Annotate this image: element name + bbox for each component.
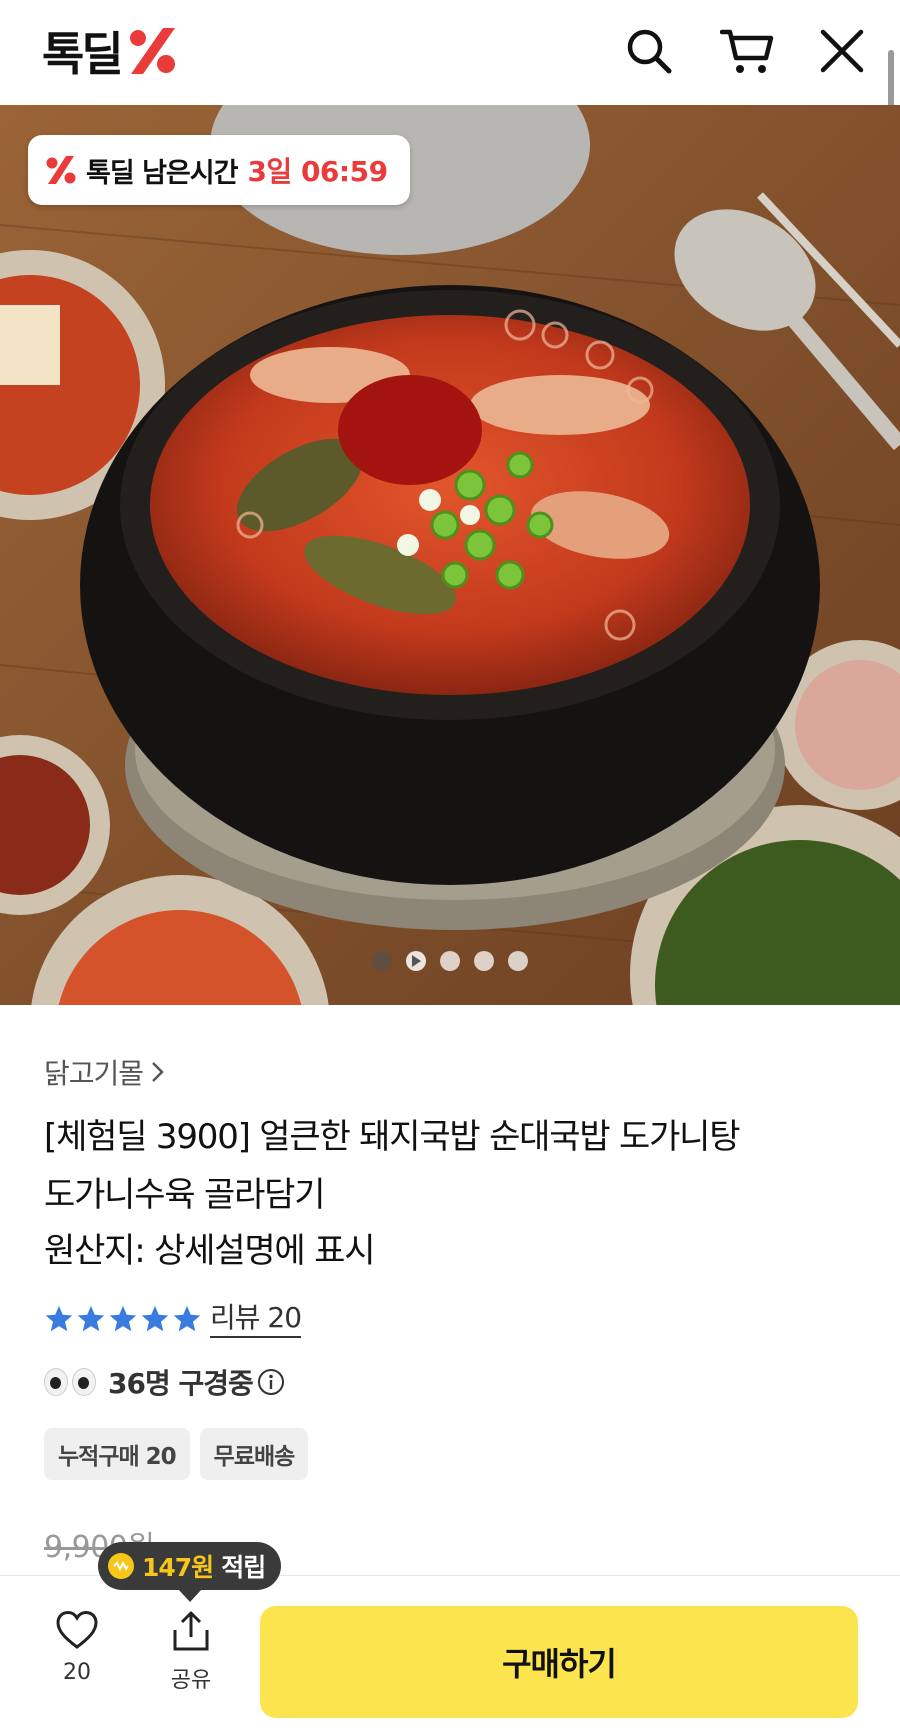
product-chips: 누적구매 20 무료배송 [44,1428,309,1480]
seller-link[interactable]: 닭고기몰 [44,1052,165,1092]
logo[interactable]: 톡딜 [42,26,179,81]
rating-row: 리뷰 20 [44,1300,302,1338]
product-photo [0,105,900,1005]
logo-text: 톡딜 [42,27,124,81]
viewer-count: 36명 구경중 [108,1367,254,1400]
title-line-2: 도가니수육 골라담기 [44,1175,326,1215]
timer-value: 3일 06:59 [247,155,388,188]
origin-info: 원산지: 상세설명에 표시 [44,1231,375,1271]
cart-icon[interactable] [720,24,774,78]
points-amount: 147원 [142,1553,214,1582]
product-image-carousel[interactable]: 톡딜 남은시간 3일 06:59 [0,105,900,1005]
carousel-dot[interactable] [508,951,528,971]
viewers-row: 36명 구경중 [44,1362,285,1402]
share-icon [173,1611,209,1651]
star-icon [45,1305,73,1332]
deal-timer-badge: 톡딜 남은시간 3일 06:59 [28,135,410,205]
share-label: 공유 [170,1668,212,1693]
close-icon[interactable] [815,24,869,78]
info-icon[interactable] [257,1368,285,1396]
title-line-1: [체험딜 3900] 얼큰한 돼지국밥 순대국밥 도가니탕 [44,1117,741,1157]
star-icon [77,1305,105,1332]
review-link[interactable]: 리뷰 20 [210,1300,302,1338]
star-icon [141,1305,169,1332]
seller-name: 닭고기몰 [44,1057,144,1090]
percent-icon [46,156,76,184]
top-header: 톡딜 [0,0,900,105]
product-title: [체험딜 3900] 얼큰한 돼지국밥 순대국밥 도가니탕 도가니수육 골라담기 [44,1108,864,1224]
points-tooltip: 147원 적립 [98,1542,282,1602]
eyes-icon [44,1368,96,1396]
carousel-play-icon[interactable] [406,951,426,971]
carousel-dot[interactable] [372,951,392,971]
carousel-indicator [372,951,528,971]
buy-button[interactable]: 구매하기 [260,1606,858,1718]
carousel-dot[interactable] [474,951,494,971]
chevron-right-icon [152,1062,164,1082]
star-rating [44,1304,202,1334]
heart-icon [56,1610,98,1649]
percent-logo-icon [129,28,175,74]
carousel-dot[interactable] [440,951,460,971]
like-count: 20 [63,1660,91,1685]
points-label: 적립 [221,1553,266,1582]
share-button[interactable]: 공유 [146,1610,236,1694]
cumulative-purchase-chip: 누적구매 20 [44,1428,190,1480]
search-icon[interactable] [622,24,676,78]
like-button[interactable]: 20 [32,1610,122,1685]
star-icon [109,1305,137,1332]
timer-label: 톡딜 남은시간 [86,157,238,189]
free-shipping-chip: 무료배송 [199,1428,309,1480]
coin-icon [108,1553,134,1579]
star-icon [173,1305,201,1332]
